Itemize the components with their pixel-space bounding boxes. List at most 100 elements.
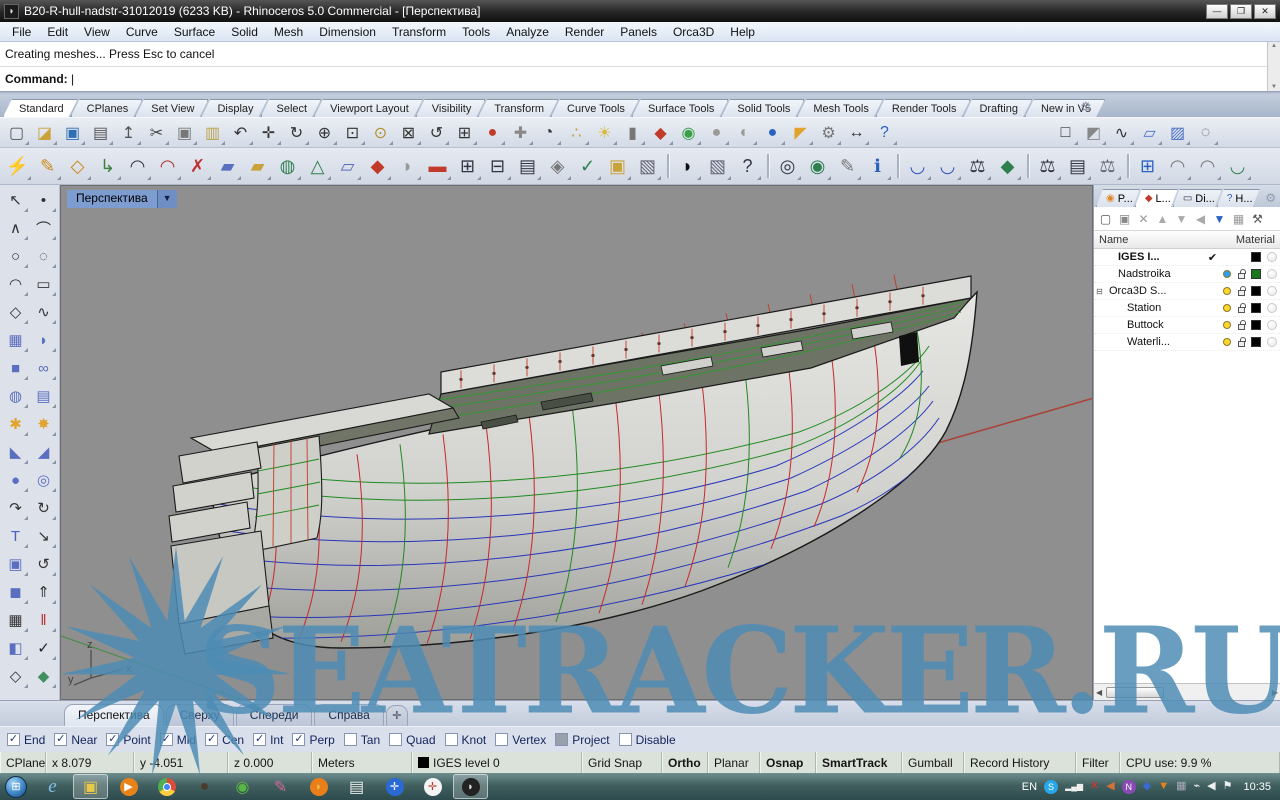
- scroll-down-icon[interactable]: ▼: [1271, 84, 1277, 90]
- layer-material[interactable]: [1263, 303, 1280, 313]
- orca-cost-report-icon[interactable]: ▤: [1063, 151, 1092, 181]
- orca-section-eye-2-icon[interactable]: ◠: [1193, 151, 1222, 181]
- current-layer-check-icon[interactable]: ✔: [1205, 251, 1220, 264]
- blend-curve-icon[interactable]: ∿: [30, 298, 58, 326]
- picture-frame-icon[interactable]: ▱: [1136, 120, 1163, 146]
- layer-visibility-bulb-icon[interactable]: [1220, 321, 1234, 329]
- open-file-icon[interactable]: ◪: [31, 120, 58, 146]
- layer-name[interactable]: Nadstroika: [1105, 268, 1205, 280]
- menu-view[interactable]: View: [76, 23, 118, 41]
- orca-copy-doc-icon[interactable]: ▣: [603, 151, 632, 181]
- menu-edit[interactable]: Edit: [39, 23, 76, 41]
- status-gumball[interactable]: Gumball: [902, 752, 964, 773]
- toolbar-tab-viewport-layout[interactable]: Viewport Layout: [314, 99, 423, 117]
- toolbar-tab-drafting[interactable]: Drafting: [963, 99, 1032, 117]
- orca-pen-flash-icon[interactable]: ✎: [33, 151, 62, 181]
- osnap-mid[interactable]: ✓Mid: [160, 733, 196, 747]
- scroll-up-icon[interactable]: ▲: [1271, 43, 1277, 49]
- osnap-quad[interactable]: Quad: [389, 733, 435, 747]
- taskbar-windows-explorer[interactable]: ▣: [73, 774, 108, 799]
- cut-icon[interactable]: ✂: [143, 120, 170, 146]
- add-viewport-tab-button[interactable]: ✛: [386, 705, 408, 726]
- tray-volume-icon[interactable]: ◀: [1207, 781, 1215, 792]
- extrude-surface-icon[interactable]: ⇑: [30, 578, 58, 606]
- layer-expander-icon[interactable]: ⊟: [1094, 287, 1105, 296]
- orca-cone-axis-icon[interactable]: △: [303, 151, 332, 181]
- orca-stability-cost-icon[interactable]: ⚖: [963, 151, 992, 181]
- tab-options-gear-icon[interactable]: ⚙: [1080, 99, 1092, 115]
- toolbar-tab-select[interactable]: Select: [261, 99, 322, 117]
- viewport-tab-справа[interactable]: Справа: [314, 704, 383, 726]
- layer-color-swatch[interactable]: [1248, 320, 1263, 330]
- taskbar-rhinoceros[interactable]: ◗: [453, 774, 488, 799]
- command-input[interactable]: Command: |: [0, 67, 1280, 91]
- cplane-widget-icon[interactable]: ◩: [1080, 120, 1107, 146]
- digitizer-icon[interactable]: ✚: [507, 120, 534, 146]
- copy-objects-icon[interactable]: ▣: [2, 550, 30, 578]
- layer-color-swatch[interactable]: [1248, 286, 1263, 296]
- hatch-icon[interactable]: ▨: [1164, 120, 1191, 146]
- orca-hull-assistant-add-icon[interactable]: ◠: [123, 151, 152, 181]
- osnap-disable-checkbox[interactable]: [619, 733, 632, 746]
- make-2d-icon[interactable]: ◇: [2, 662, 30, 690]
- layer-name[interactable]: Station: [1105, 302, 1205, 314]
- spheres-boolean-icon[interactable]: ∞: [30, 354, 58, 382]
- osnap-cen-checkbox[interactable]: ✓: [205, 733, 218, 746]
- toolbar-tab-transform[interactable]: Transform: [478, 99, 558, 117]
- ghosted-mode-icon[interactable]: ◐: [731, 120, 758, 146]
- check-model-icon[interactable]: ●: [479, 120, 506, 146]
- menu-render[interactable]: Render: [557, 23, 612, 41]
- panel-gear-icon[interactable]: ⚙: [1265, 191, 1278, 207]
- orca-section-eye-1-icon[interactable]: ◠: [1163, 151, 1192, 181]
- layer-row[interactable]: IGES I...✔: [1094, 249, 1280, 266]
- tray-volume-mixer-icon[interactable]: ◀: [1106, 781, 1114, 792]
- taskbar-info-app[interactable]: ◉: [225, 774, 260, 799]
- handle-curve-icon[interactable]: ↻: [30, 494, 58, 522]
- help-icon[interactable]: ?: [871, 120, 898, 146]
- layer-name[interactable]: Orca3D S...: [1105, 285, 1205, 297]
- point-icon[interactable]: •: [30, 186, 58, 214]
- status-x-8-079[interactable]: x 8.079: [46, 752, 134, 773]
- array-icon[interactable]: ▦: [2, 606, 30, 634]
- move-layer-down-icon[interactable]: ▼: [1172, 209, 1191, 228]
- check-objects-icon[interactable]: ✓: [30, 634, 58, 662]
- menu-tools[interactable]: Tools: [454, 23, 498, 41]
- osnap-mid-checkbox[interactable]: ✓: [160, 733, 173, 746]
- toolbar-tab-render-tools[interactable]: Render Tools: [876, 99, 971, 117]
- layer-lock-icon[interactable]: [1234, 337, 1248, 347]
- taskbar-cad-app[interactable]: ✛: [415, 774, 450, 799]
- status-filter[interactable]: Filter: [1076, 752, 1120, 773]
- layer-color-swatch[interactable]: [1248, 337, 1263, 347]
- orca-section-red-icon[interactable]: ◆: [363, 151, 392, 181]
- osnap-near-checkbox[interactable]: ✓: [54, 733, 67, 746]
- layer-visibility-bulb-icon[interactable]: [1220, 287, 1234, 295]
- layer-material[interactable]: [1263, 252, 1280, 262]
- tray-skype-icon[interactable]: S: [1044, 780, 1058, 794]
- status-ortho[interactable]: Ortho: [662, 752, 708, 773]
- menu-file[interactable]: File: [4, 23, 39, 41]
- point-object-icon[interactable]: ∴: [563, 120, 590, 146]
- layer-lock-icon[interactable]: [1234, 320, 1248, 330]
- viewport-layout-icon[interactable]: ⊞: [451, 120, 478, 146]
- explode-icon[interactable]: ✸: [30, 410, 58, 438]
- command-scrollbar[interactable]: ▲▼: [1267, 42, 1280, 91]
- orca-photo-render-icon[interactable]: ▧: [633, 151, 662, 181]
- filter-funnel-icon[interactable]: ▼: [1210, 209, 1229, 228]
- layer-row[interactable]: Waterli...: [1094, 334, 1280, 351]
- options-gear-icon[interactable]: ⚙: [815, 120, 842, 146]
- surface-bend-icon[interactable]: ◗: [30, 326, 58, 354]
- lock-objects-icon[interactable]: ▮: [619, 120, 646, 146]
- print-icon[interactable]: ▤: [87, 120, 114, 146]
- toolbar-tab-standard[interactable]: Standard: [3, 99, 78, 117]
- menu-panels[interactable]: Panels: [612, 23, 665, 41]
- layer-row[interactable]: Buttock: [1094, 317, 1280, 334]
- zoom-dynamic-icon[interactable]: ⊕: [311, 120, 338, 146]
- osnap-perp[interactable]: ✓Perp: [292, 733, 334, 747]
- rectangle-icon[interactable]: ▭: [30, 270, 58, 298]
- start-button[interactable]: ⊞: [5, 776, 27, 798]
- layer-lock-icon[interactable]: [1234, 286, 1248, 296]
- menu-help[interactable]: Help: [722, 23, 763, 41]
- taskbar-chrome[interactable]: [149, 774, 184, 799]
- orca-section-slice-icon[interactable]: ▬: [423, 151, 452, 181]
- orca-weight-cost-icon[interactable]: ⚖: [1033, 151, 1062, 181]
